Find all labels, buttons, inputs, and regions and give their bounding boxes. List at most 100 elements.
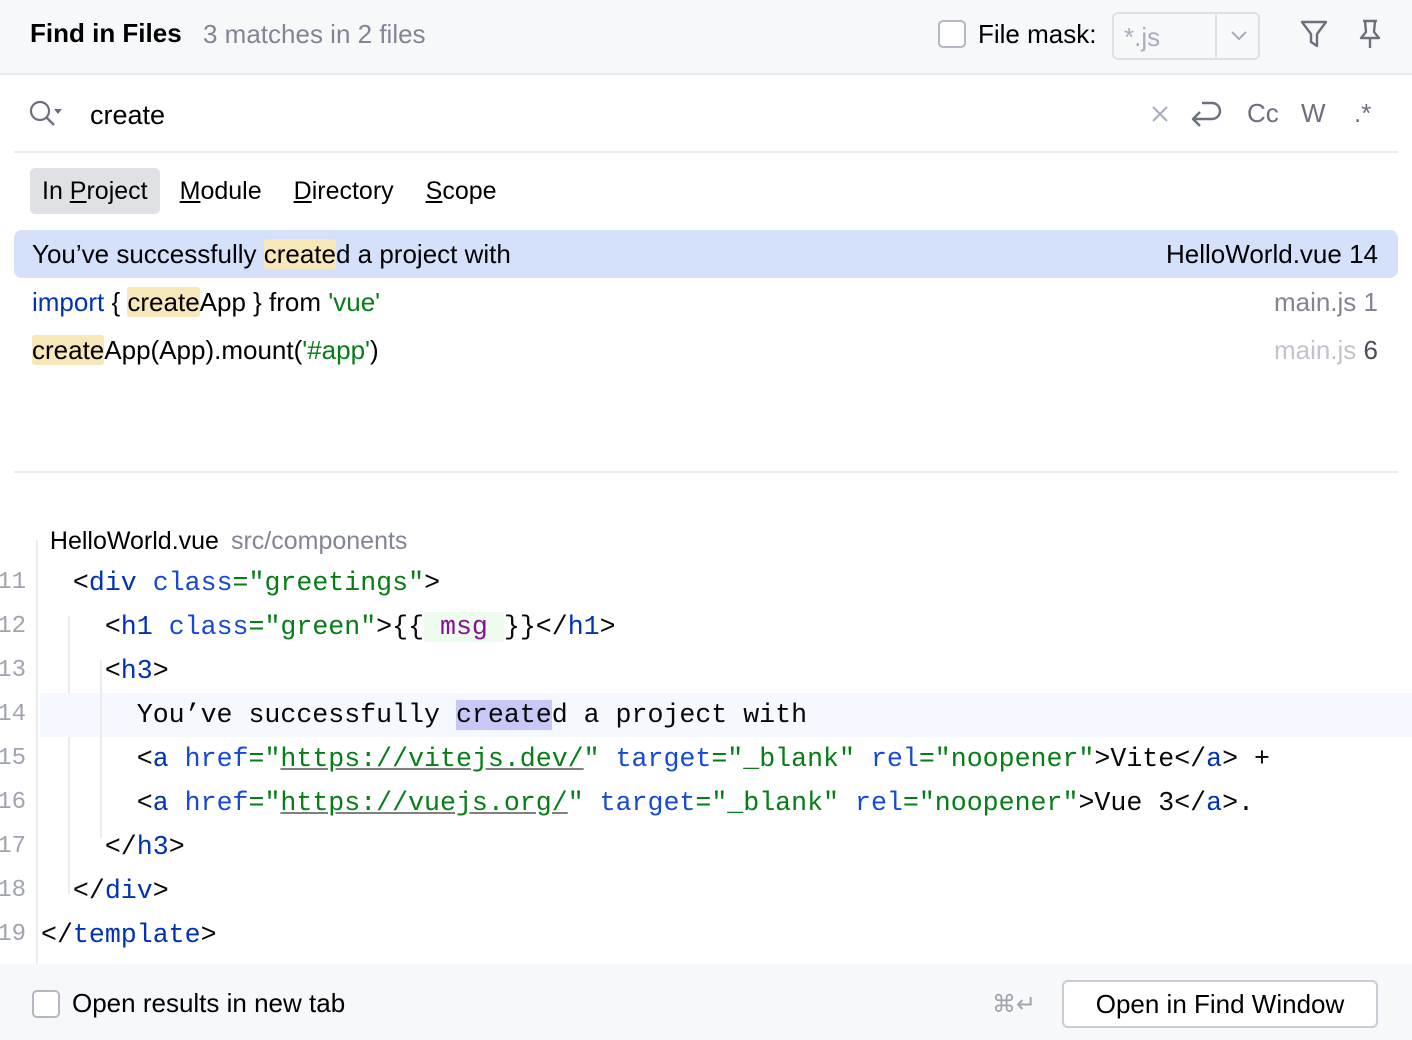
code-token: ="green" bbox=[248, 612, 377, 642]
code-text: <a href="https://vuejs.org/" target="_bl… bbox=[41, 781, 1254, 825]
result-location: HelloWorld.vue 14 bbox=[1166, 230, 1378, 278]
code-token: ="_blank" bbox=[711, 744, 855, 774]
chevron-down-icon[interactable] bbox=[1228, 24, 1250, 46]
code-token: ="greetings" bbox=[232, 568, 425, 598]
code-token: ="_blank" bbox=[695, 788, 840, 818]
tab-in-project[interactable]: In Project bbox=[30, 168, 160, 214]
search-history-icon[interactable] bbox=[28, 99, 64, 131]
result-text-segment: App(App).mount( bbox=[104, 335, 303, 365]
code-token: a bbox=[1206, 744, 1223, 774]
code-token: class bbox=[152, 568, 233, 598]
code-token: </ bbox=[41, 876, 105, 906]
code-token: > bbox=[599, 612, 616, 642]
tab-directory[interactable]: Directory bbox=[282, 168, 406, 214]
result-file-name: HelloWorld.vue bbox=[1166, 239, 1342, 269]
code-token: a bbox=[152, 788, 169, 818]
code-token: target bbox=[615, 744, 712, 774]
file-mask-combo[interactable]: *.js bbox=[1112, 12, 1260, 60]
code-token: > bbox=[152, 876, 169, 906]
code-line: 18 </div> bbox=[0, 869, 1412, 913]
code-token: > bbox=[424, 568, 441, 598]
tab-module[interactable]: Module bbox=[168, 168, 274, 214]
code-token: div bbox=[88, 568, 137, 598]
code-line: 15 <a href="https://vitejs.dev/" target=… bbox=[0, 737, 1412, 781]
filter-icon[interactable] bbox=[1299, 18, 1329, 50]
result-text-segment: App } from bbox=[199, 287, 329, 317]
code-text: </h3> bbox=[41, 825, 185, 869]
search-input[interactable] bbox=[90, 95, 1130, 135]
code-token: < bbox=[41, 788, 153, 818]
match-highlight: create bbox=[455, 700, 552, 730]
whole-words-toggle[interactable]: W bbox=[1301, 95, 1326, 131]
line-number: 14 bbox=[0, 701, 26, 728]
tab-scope[interactable]: Scope bbox=[414, 168, 509, 214]
result-text-segment: '#app' bbox=[302, 335, 371, 365]
dialog-title: Find in Files bbox=[30, 18, 182, 48]
match-case-toggle[interactable]: Cc bbox=[1247, 95, 1279, 131]
line-number: 11 bbox=[0, 569, 26, 596]
result-text: You’ve successfully created a project wi… bbox=[32, 230, 511, 278]
code-line: 17 </h3> bbox=[0, 825, 1412, 869]
code-line-partial bbox=[0, 540, 1412, 554]
line-number: 12 bbox=[0, 613, 26, 640]
line-number: 15 bbox=[0, 745, 26, 772]
code-token: >{{ bbox=[376, 612, 425, 642]
code-text: </template> bbox=[41, 913, 217, 957]
new-line-icon[interactable] bbox=[1188, 97, 1222, 129]
shortcut-hint: ⌘↵ bbox=[992, 991, 1037, 1018]
result-file-name: main.js bbox=[1273, 287, 1357, 317]
result-row[interactable]: You’ve successfully created a project wi… bbox=[14, 230, 1398, 278]
code-token: template bbox=[72, 920, 201, 950]
code-text: <a href="https://vitejs.dev/" target="_b… bbox=[41, 737, 1270, 781]
clear-icon[interactable] bbox=[1148, 102, 1172, 126]
result-line-number: 6 bbox=[1356, 335, 1378, 365]
code-token: > bbox=[152, 656, 169, 686]
result-row[interactable]: createApp(App).mount('#app') main.js 6 bbox=[14, 326, 1398, 374]
code-token: }}</ bbox=[503, 612, 568, 642]
search-separator bbox=[14, 151, 1398, 153]
code-line: 12 <h1 class="green">{{ msg }}</h1> bbox=[0, 605, 1412, 649]
preview-splitter[interactable] bbox=[14, 471, 1398, 473]
match-highlight: create bbox=[127, 287, 200, 317]
result-row[interactable]: import { createApp } from 'vue' main.js 1 bbox=[14, 278, 1398, 326]
result-line-number: 1 bbox=[1356, 287, 1378, 317]
file-mask-label[interactable]: File mask: bbox=[978, 19, 1096, 50]
result-line-number: 14 bbox=[1341, 239, 1378, 269]
code-token: > + bbox=[1222, 744, 1270, 774]
open-new-tab-label[interactable]: Open results in new tab bbox=[72, 988, 345, 1019]
code-token: class bbox=[168, 612, 249, 642]
file-mask-checkbox[interactable] bbox=[938, 20, 966, 48]
code-token: rel bbox=[855, 788, 903, 818]
code-token: < bbox=[41, 612, 121, 642]
dialog-header: Find in Files 3 matches in 2 files File … bbox=[0, 0, 1412, 75]
search-row: Cc W .* bbox=[0, 77, 1412, 153]
pin-icon[interactable] bbox=[1355, 18, 1385, 50]
open-new-tab-checkbox[interactable] bbox=[32, 990, 60, 1018]
result-text-segment: { bbox=[104, 287, 128, 317]
code-line: 16 <a href="https://vuejs.org/" target="… bbox=[0, 781, 1412, 825]
result-location: main.js 1 bbox=[1274, 278, 1378, 326]
code-token: > bbox=[200, 920, 217, 950]
code-line: 11 <div class="greetings"> bbox=[0, 561, 1412, 605]
result-text-segment: 'vue' bbox=[328, 287, 381, 317]
code-text: <h1 class="green">{{ msg }}</h1> bbox=[41, 605, 616, 649]
code-token: div bbox=[104, 876, 153, 906]
code-token: a bbox=[1206, 788, 1223, 818]
code-token: https://vuejs.org/ bbox=[280, 788, 568, 818]
file-mask-value[interactable]: *.js bbox=[1124, 22, 1160, 53]
regex-toggle[interactable]: .* bbox=[1354, 95, 1371, 131]
code-preview[interactable]: 11 <div class="greetings"> 12 <h1 class="… bbox=[0, 540, 1412, 964]
code-line: 19 </template> bbox=[0, 913, 1412, 957]
match-highlight: create bbox=[32, 335, 105, 365]
code-token: ="noopener" bbox=[902, 788, 1079, 818]
open-in-find-window-button[interactable]: Open in Find Window bbox=[1062, 980, 1378, 1028]
result-text: createApp(App).mount('#app') bbox=[32, 326, 379, 374]
code-token: h1 bbox=[567, 612, 600, 642]
result-text-segment: d a project with bbox=[335, 239, 511, 269]
code-token: </ bbox=[41, 920, 73, 950]
result-location: main.js 6 bbox=[1274, 326, 1378, 374]
